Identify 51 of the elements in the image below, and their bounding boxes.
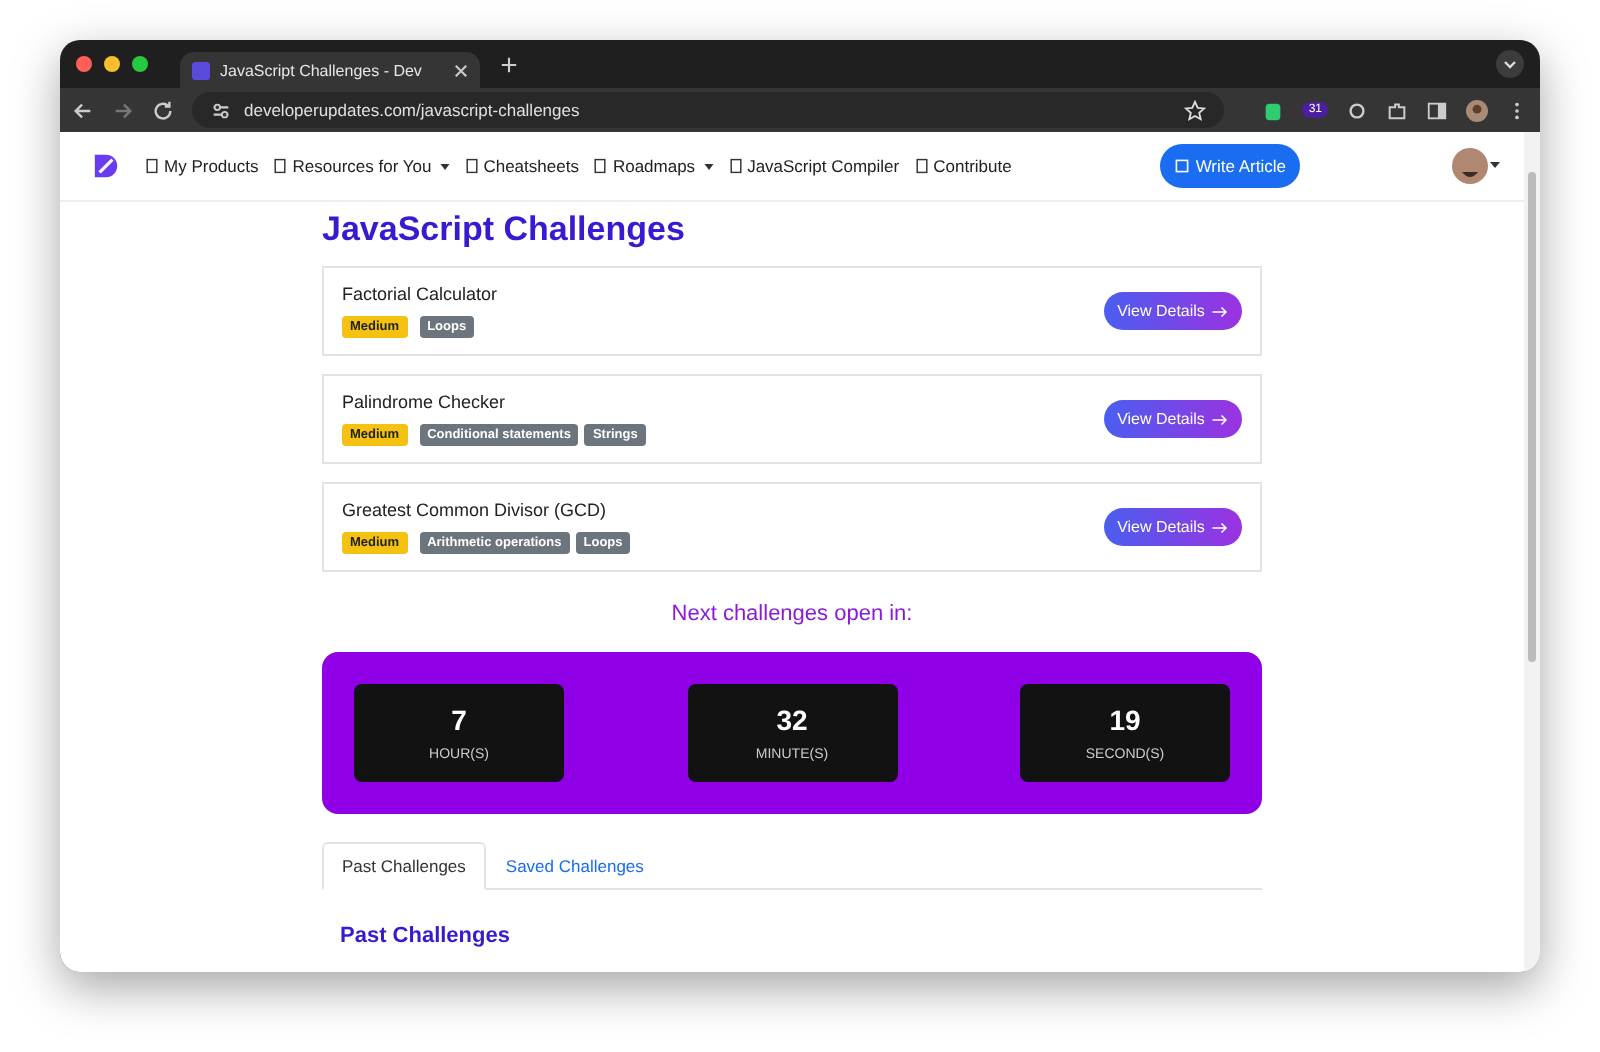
page-icon	[463, 158, 480, 174]
page-icon	[272, 158, 289, 174]
nav-link-label[interactable]: Roadmaps	[612, 156, 696, 176]
view-details-button[interactable]: View Details	[1104, 400, 1242, 438]
countdown-heading: Next challenges open in:	[669, 602, 915, 626]
arrow-icon	[1212, 413, 1229, 425]
challenge-name: Greatest Common Divisor (GCD)	[342, 500, 609, 520]
countdown-value: 19	[1109, 704, 1141, 736]
page-title: JavaScript Challenges	[322, 210, 687, 250]
page-icon	[727, 158, 744, 174]
logo-icon[interactable]	[90, 150, 122, 182]
nav-link-label[interactable]: Resources for You	[292, 156, 432, 176]
close-window-icon[interactable]	[76, 56, 92, 72]
countdown-value: 32	[776, 704, 808, 736]
arrow-icon	[1212, 521, 1229, 533]
arrow-icon	[1212, 305, 1229, 317]
user-avatar-icon[interactable]	[1452, 148, 1500, 184]
countdown-value: 7	[451, 704, 467, 736]
logo-icon	[192, 61, 210, 79]
browser-tab[interactable]: JavaScript Challenges - Dev	[180, 52, 480, 88]
page-icon	[144, 158, 160, 174]
new-tab-icon[interactable]	[500, 55, 518, 73]
star-icon[interactable]	[1184, 99, 1207, 121]
page-icon	[592, 158, 609, 174]
scrollbar-thumb[interactable]	[1528, 172, 1536, 662]
extension-icon[interactable]	[1262, 99, 1285, 121]
extension-icon[interactable]	[1346, 99, 1368, 121]
nav-link-label[interactable]: My Products	[164, 156, 259, 176]
challenge-name: Factorial Calculator	[342, 284, 500, 304]
section-title: Past Challenges	[340, 924, 512, 948]
maximize-window-icon[interactable]	[132, 56, 148, 72]
write-article-button[interactable]: Write Article	[1159, 144, 1300, 188]
site-settings-icon[interactable]	[210, 99, 232, 121]
forward-icon[interactable]	[112, 99, 134, 121]
page-icon	[913, 158, 930, 174]
profile-avatar-icon[interactable]	[1466, 99, 1488, 121]
view-details-button[interactable]: View Details	[1104, 508, 1242, 546]
back-icon[interactable]	[72, 99, 94, 121]
challenge-name: Palindrome Checker	[342, 392, 508, 412]
side-panel-icon[interactable]	[1426, 99, 1448, 121]
tab[interactable]: Saved Challenges	[485, 842, 664, 890]
minimize-window-icon[interactable]	[104, 56, 120, 72]
nav-link-label[interactable]: Cheatsheets	[483, 156, 579, 176]
address-bar[interactable]: developerupdates.com/javascript-challenges	[192, 92, 1225, 128]
tab-search-icon[interactable]	[1496, 50, 1524, 78]
view-details-button[interactable]: View Details	[1104, 292, 1242, 330]
nav-link-label[interactable]: JavaScript Compiler	[747, 156, 900, 176]
reload-icon[interactable]	[152, 99, 174, 121]
nav-link-label[interactable]: Contribute	[933, 156, 1012, 176]
tab[interactable]: Past Challenges	[322, 842, 486, 890]
close-icon[interactable]	[454, 63, 468, 77]
